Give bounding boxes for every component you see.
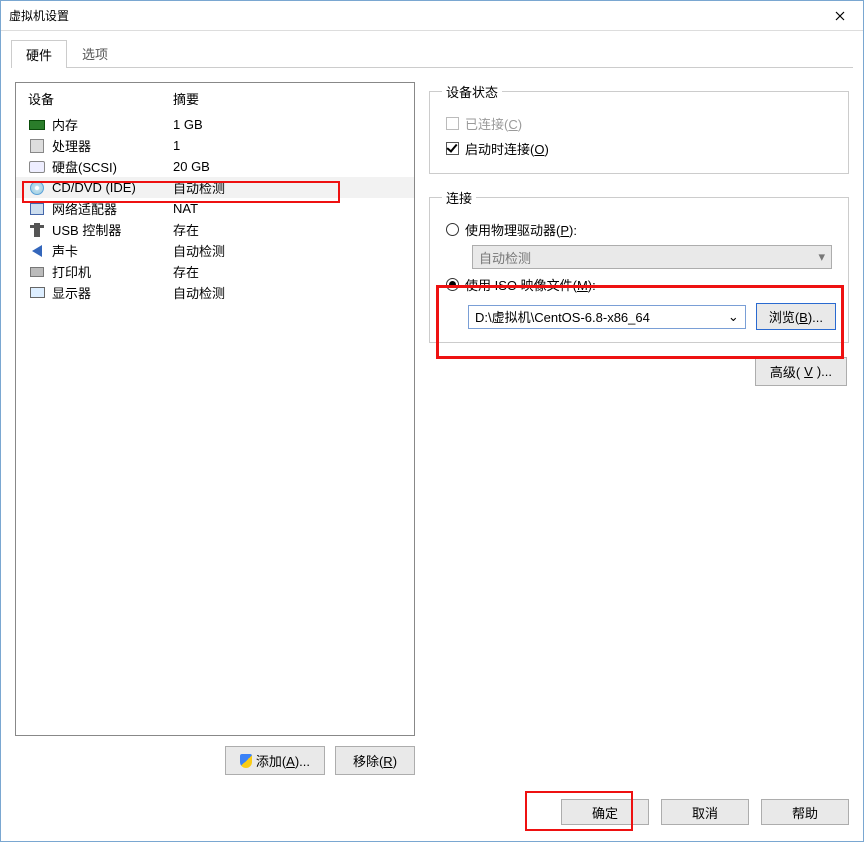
tab-options[interactable]: 选项 (67, 39, 123, 67)
list-header: 设备 摘要 (16, 83, 414, 114)
cpu-icon (28, 138, 46, 154)
device-status-legend: 设备状态 (442, 82, 502, 101)
window-title: 虚拟机设置 (1, 7, 69, 24)
device-summary: 1 (173, 138, 406, 153)
connect-on-power-checkbox[interactable] (446, 142, 459, 155)
device-name: 内存 (52, 115, 173, 134)
device-row[interactable]: 打印机存在 (16, 261, 414, 282)
device-summary: NAT (173, 201, 406, 216)
close-button[interactable] (817, 1, 863, 31)
disk-icon (28, 159, 46, 175)
close-icon (835, 11, 845, 21)
device-row[interactable]: 显示器自动检测 (16, 282, 414, 303)
device-row[interactable]: 网络适配器NAT (16, 198, 414, 219)
device-row[interactable]: CD/DVD (IDE)自动检测 (16, 177, 414, 198)
display-icon (28, 285, 46, 301)
device-list[interactable]: 设备 摘要 内存1 GB处理器1硬盘(SCSI)20 GBCD/DVD (IDE… (15, 82, 415, 736)
remove-button[interactable]: 移除(R) (335, 746, 415, 775)
browse-button[interactable]: 浏览(B)... (756, 303, 836, 330)
connect-on-power-label: 启动时连接(O) (465, 139, 549, 158)
connection-group: 连接 使用物理驱动器(P): 自动检测 ▾ 使用 ISO 映像文件(M): (429, 188, 849, 343)
device-summary: 1 GB (173, 117, 406, 132)
device-row[interactable]: USB 控制器存在 (16, 219, 414, 240)
mem-icon (28, 117, 46, 133)
device-summary: 20 GB (173, 159, 406, 174)
print-icon (28, 264, 46, 280)
device-row[interactable]: 内存1 GB (16, 114, 414, 135)
shield-icon (240, 754, 252, 768)
use-iso-label: 使用 ISO 映像文件(M): (465, 275, 596, 294)
device-name: CD/DVD (IDE) (52, 180, 173, 195)
connected-checkbox (446, 117, 459, 130)
device-summary: 自动检测 (173, 178, 406, 197)
physical-drive-combo: 自动检测 ▾ (472, 245, 832, 269)
iso-path-combo[interactable]: D:\虚拟机\CentOS-6.8-x86_64 ⌄ (468, 305, 746, 329)
chevron-down-icon: ⌄ (728, 309, 739, 325)
use-physical-label: 使用物理驱动器(P): (465, 220, 577, 239)
header-summary: 摘要 (173, 89, 406, 108)
chevron-down-icon: ▾ (818, 249, 825, 265)
header-device: 设备 (28, 89, 173, 108)
titlebar: 虚拟机设置 (1, 1, 863, 31)
help-button[interactable]: 帮助 (761, 799, 849, 825)
tabs: 硬件 选项 (11, 39, 853, 68)
device-name: 显示器 (52, 283, 173, 302)
ok-button[interactable]: 确定 (561, 799, 649, 825)
net-icon (28, 201, 46, 217)
device-row[interactable]: 声卡自动检测 (16, 240, 414, 261)
add-button[interactable]: 添加(A)... (225, 746, 325, 775)
device-status-group: 设备状态 已连接(C) 启动时连接(O) (429, 82, 849, 174)
tab-hardware[interactable]: 硬件 (11, 40, 67, 68)
device-summary: 存在 (173, 220, 406, 239)
device-name: 声卡 (52, 241, 173, 260)
use-iso-radio[interactable] (446, 278, 459, 291)
cancel-button[interactable]: 取消 (661, 799, 749, 825)
device-summary: 自动检测 (173, 283, 406, 302)
connection-legend: 连接 (442, 188, 476, 207)
device-name: 处理器 (52, 136, 173, 155)
advanced-button[interactable]: 高级(V)... (755, 357, 847, 386)
device-row[interactable]: 硬盘(SCSI)20 GB (16, 156, 414, 177)
sound-icon (28, 243, 46, 259)
device-summary: 存在 (173, 262, 406, 281)
device-name: USB 控制器 (52, 220, 173, 239)
connected-label: 已连接(C) (465, 114, 522, 133)
device-name: 网络适配器 (52, 199, 173, 218)
cd-icon (28, 180, 46, 196)
use-physical-radio[interactable] (446, 223, 459, 236)
usb-icon (28, 222, 46, 238)
device-row[interactable]: 处理器1 (16, 135, 414, 156)
device-summary: 自动检测 (173, 241, 406, 260)
device-name: 打印机 (52, 262, 173, 281)
device-name: 硬盘(SCSI) (52, 157, 173, 176)
